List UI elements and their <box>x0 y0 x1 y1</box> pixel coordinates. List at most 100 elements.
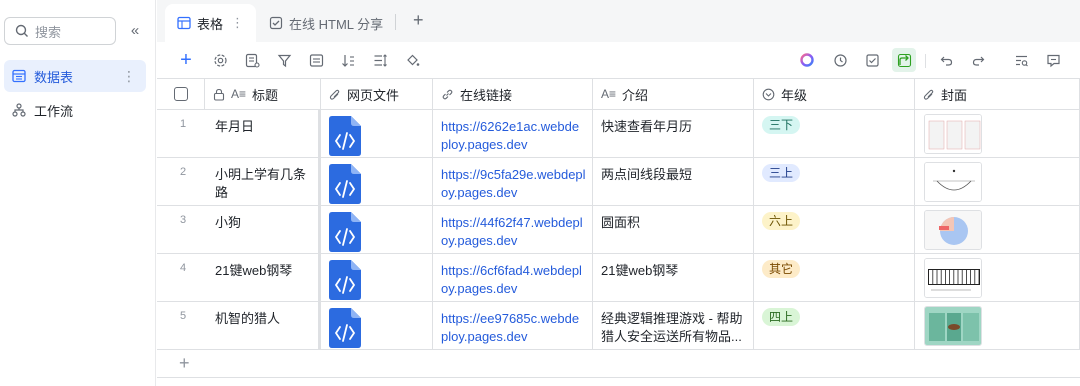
webfile-cell[interactable] <box>321 302 433 350</box>
field-settings-icon[interactable] <box>243 51 261 69</box>
grade-cell[interactable]: 其它 <box>754 254 915 302</box>
webfile-cell[interactable] <box>321 254 433 302</box>
column-label: 标题 <box>252 87 279 103</box>
row-height-icon[interactable] <box>371 51 389 69</box>
cover-thumbnail[interactable] <box>924 258 982 298</box>
redo-icon[interactable] <box>969 51 987 69</box>
column-header-title[interactable]: A≡ 标题 <box>205 78 321 110</box>
column-header-intro[interactable]: A≡ 介绍 <box>593 78 754 110</box>
select-all-checkbox[interactable] <box>173 87 188 101</box>
cover-thumbnail[interactable] <box>924 162 982 202</box>
column-header-link[interactable]: 在线链接 <box>433 78 593 110</box>
toolbar-divider <box>925 54 926 68</box>
sidebar-item-datatable[interactable]: 数据表 ⋮ <box>4 60 146 92</box>
row-number: 2 <box>180 166 187 178</box>
add-row-button[interactable]: + <box>157 350 1080 378</box>
title-text: 小明上学有几条路 <box>215 167 307 200</box>
cover-cell[interactable] <box>915 302 1080 350</box>
grade-cell[interactable]: 三下 <box>754 110 915 158</box>
html-file-icon[interactable] <box>329 116 361 156</box>
cover-cell[interactable] <box>915 206 1080 254</box>
link-text[interactable]: https://ee97685c.webdeploy.pages.dev <box>433 302 592 346</box>
link-cell[interactable]: https://9c5fa29e.webdeploy.pages.dev <box>433 158 593 206</box>
cover-cell[interactable] <box>915 254 1080 302</box>
comment-icon[interactable] <box>1044 51 1062 69</box>
grade-cell[interactable]: 四上 <box>754 302 915 350</box>
link-cell[interactable]: https://ee97685c.webdeploy.pages.dev <box>433 302 593 350</box>
settings-icon[interactable] <box>211 51 229 69</box>
row-number: 5 <box>180 310 187 322</box>
title-cell[interactable]: 3 小狗 <box>157 206 321 254</box>
cover-thumbnail[interactable] <box>924 306 982 346</box>
grade-tag: 六上 <box>762 212 801 230</box>
intro-cell[interactable]: 快速查看年月历 <box>593 110 754 158</box>
sidebar-item-label: 工作流 <box>34 103 74 119</box>
cover-thumbnail[interactable] <box>924 210 982 250</box>
cover-cell[interactable] <box>915 158 1080 206</box>
intro-text: 圆面积 <box>601 215 641 230</box>
tab-table[interactable]: 表格 ⋮ <box>165 4 257 42</box>
intro-cell[interactable]: 21键web钢琴 <box>593 254 754 302</box>
column-header-webfile[interactable]: 网页文件 <box>321 78 433 110</box>
link-cell[interactable]: https://6262e1ac.webdeploy.pages.dev <box>433 110 593 158</box>
history-icon[interactable] <box>831 51 849 69</box>
grade-cell[interactable]: 三上 <box>754 158 915 206</box>
fill-color-icon[interactable] <box>403 51 421 69</box>
link-text[interactable]: https://9c5fa29e.webdeploy.pages.dev <box>433 158 592 202</box>
table-row[interactable]: 5 机智的猎人 https://ee97685c.webdeploy.pages.d… <box>157 302 1080 350</box>
title-cell[interactable]: 5 机智的猎人 <box>157 302 321 350</box>
intro-text: 两点间线段最短 <box>601 167 693 182</box>
link-text[interactable]: https://6262e1ac.webdeploy.pages.dev <box>433 110 592 154</box>
cover-thumbnail[interactable] <box>924 114 982 154</box>
html-file-icon[interactable] <box>329 164 361 204</box>
webfile-cell[interactable] <box>321 110 433 158</box>
add-tab-icon[interactable]: + <box>413 10 424 31</box>
undo-icon[interactable] <box>937 51 955 69</box>
row-number: 4 <box>180 262 187 274</box>
webfile-cell[interactable] <box>321 158 433 206</box>
share-icon[interactable] <box>892 48 916 72</box>
table-row[interactable]: 1 年月日 https://6262e1ac.webdeploy.pages.dev… <box>157 110 1080 158</box>
sort-icon[interactable] <box>339 51 357 69</box>
ai-icon[interactable] <box>798 51 816 69</box>
column-header-cover[interactable]: 封面 <box>915 78 1080 110</box>
group-icon[interactable] <box>307 51 325 69</box>
add-record-icon[interactable]: + <box>177 49 195 71</box>
link-cell[interactable]: https://44f62f47.webdeploy.pages.dev <box>433 206 593 254</box>
column-header-grade[interactable]: 年级 <box>754 78 915 110</box>
form-icon[interactable] <box>863 51 881 69</box>
link-text[interactable]: https://6cf6fad4.webdeploy.pages.dev <box>433 254 592 298</box>
table-row[interactable]: 3 小狗 https://44f62f47.webdeploy.pages.dev 圆… <box>157 206 1080 254</box>
search-input[interactable]: 搜索 <box>4 17 116 45</box>
app-window: 搜索 « 数据表 ⋮ 工作流 表格 ⋮ 在线 HTML 分享 + + A≡ 标题… <box>0 0 1080 386</box>
intro-cell[interactable]: 两点间线段最短 <box>593 158 754 206</box>
search-icon <box>15 24 28 37</box>
table-row[interactable]: 4 21键web钢琴 https://6cf6fad4.webdeploy.page… <box>157 254 1080 302</box>
tab-more-icon[interactable]: ⋮ <box>231 15 244 31</box>
collapse-sidebar-icon[interactable]: « <box>126 22 144 40</box>
column-label: 年级 <box>781 87 808 103</box>
select-all-header[interactable] <box>157 78 205 110</box>
link-text[interactable]: https://44f62f47.webdeploy.pages.dev <box>433 206 592 250</box>
webfile-cell[interactable] <box>321 206 433 254</box>
tab-html-share[interactable]: 在线 HTML 分享 <box>257 4 395 42</box>
html-file-icon[interactable] <box>329 212 361 252</box>
toolbar: + <box>157 42 1080 78</box>
filter-icon[interactable] <box>275 51 293 69</box>
title-cell[interactable]: 2 小明上学有几条路 <box>157 158 321 206</box>
link-cell[interactable]: https://6cf6fad4.webdeploy.pages.dev <box>433 254 593 302</box>
table-row[interactable]: 2 小明上学有几条路 https://9c5fa29e.webdeploy.page… <box>157 158 1080 206</box>
intro-cell[interactable]: 圆面积 <box>593 206 754 254</box>
lock-icon <box>213 88 225 101</box>
cover-cell[interactable] <box>915 110 1080 158</box>
search-records-icon[interactable] <box>1012 51 1030 69</box>
intro-cell[interactable]: 经典逻辑推理游戏 - 帮助猎人安全运送所有物品... <box>593 302 754 350</box>
grade-cell[interactable]: 六上 <box>754 206 915 254</box>
html-file-icon[interactable] <box>329 260 361 300</box>
more-icon[interactable]: ⋮ <box>122 68 136 85</box>
title-cell[interactable]: 1 年月日 <box>157 110 321 158</box>
html-file-icon[interactable] <box>329 308 361 348</box>
title-cell[interactable]: 4 21键web钢琴 <box>157 254 321 302</box>
tab-label: 表格 <box>197 16 224 32</box>
sidebar-item-workflow[interactable]: 工作流 <box>4 94 146 126</box>
